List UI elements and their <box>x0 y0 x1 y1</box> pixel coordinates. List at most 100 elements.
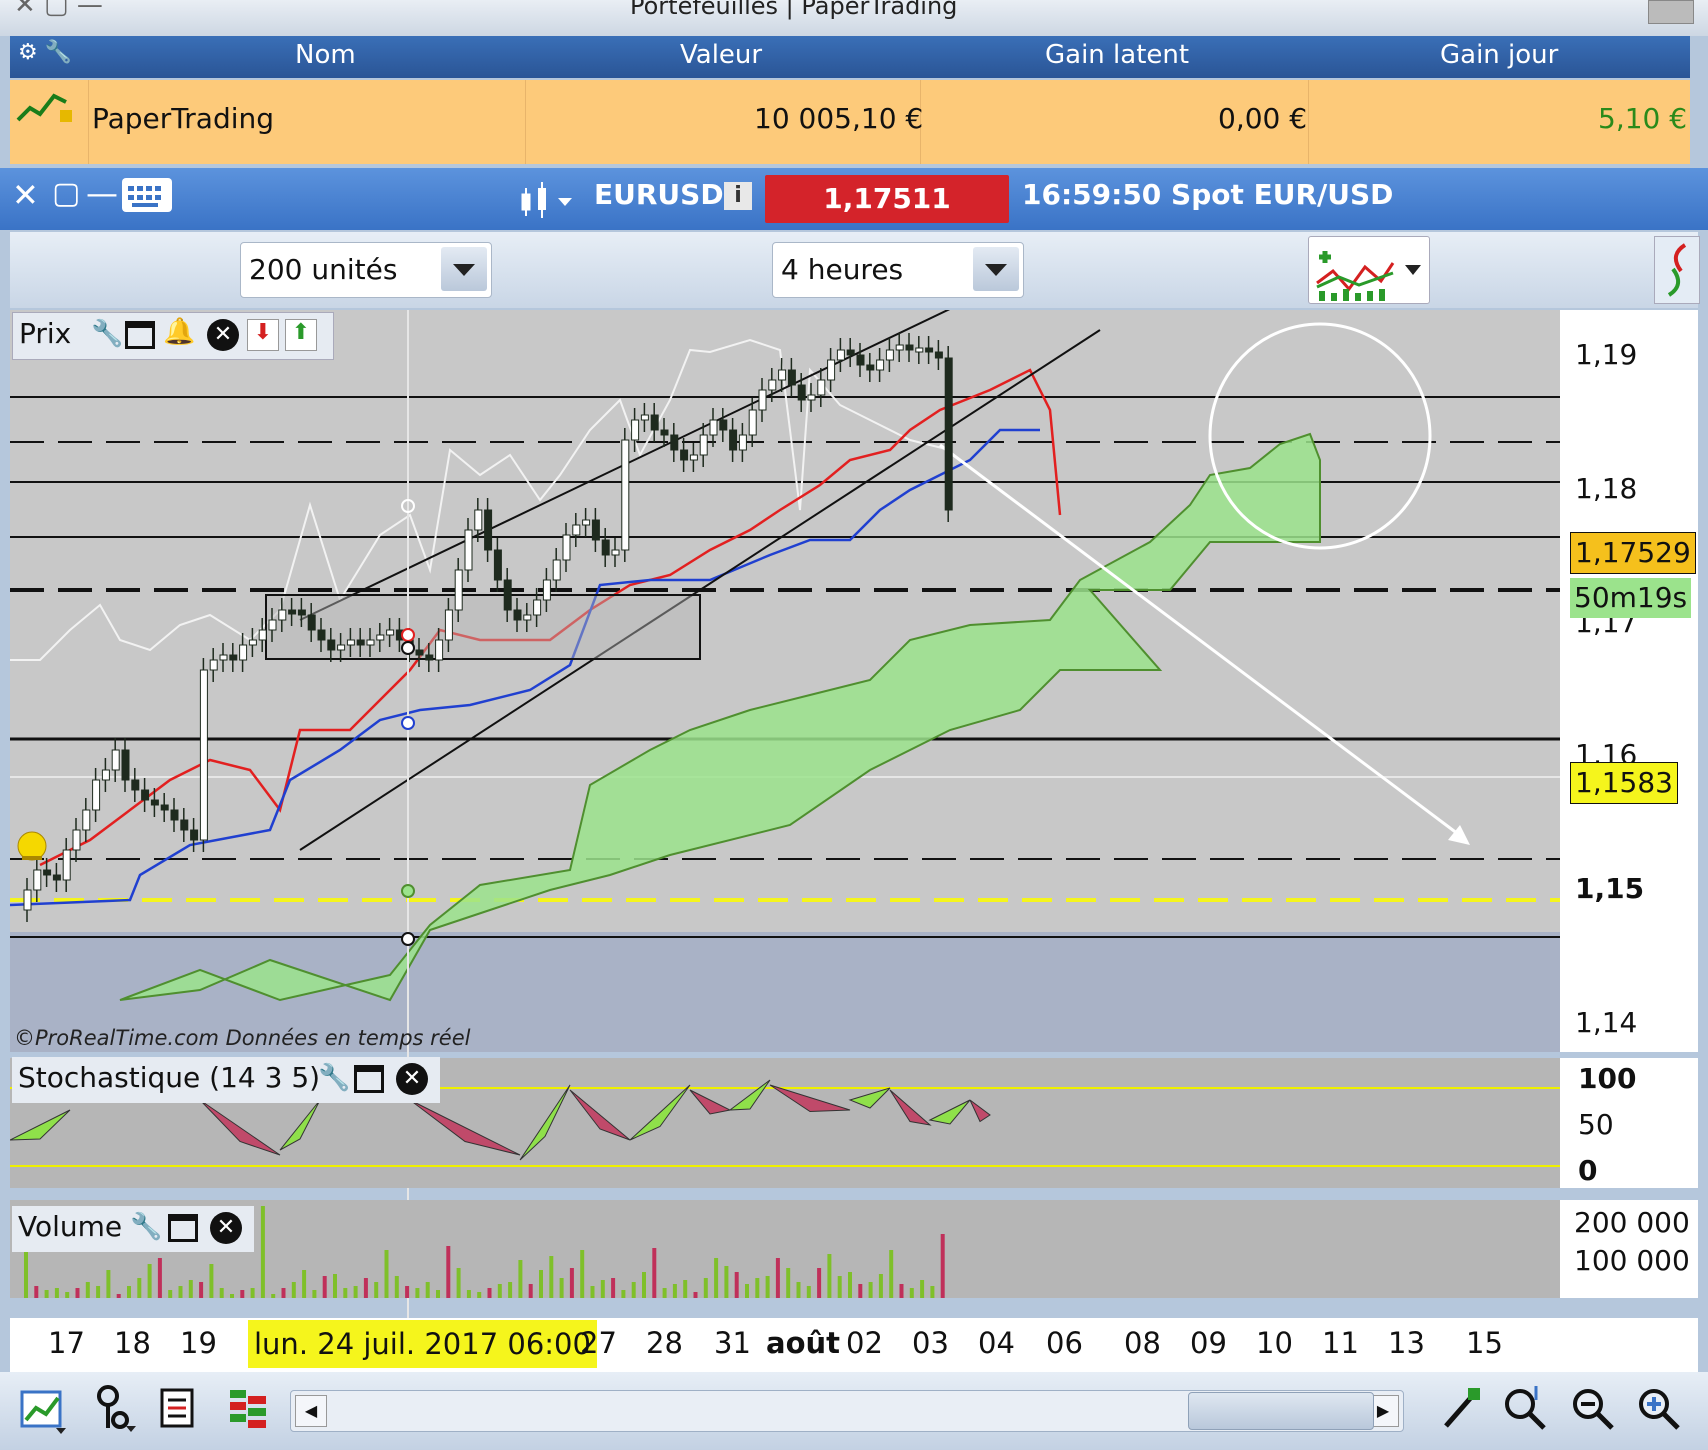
alert-bell-icon[interactable] <box>17 831 47 861</box>
period-select-value: 4 heures <box>781 253 904 286</box>
close-icon[interactable]: ✕ <box>207 319 239 351</box>
candle <box>915 347 924 353</box>
candle <box>72 829 81 851</box>
candle <box>601 539 610 556</box>
close-icon[interactable]: ✕ <box>12 176 39 214</box>
minimize-icon[interactable]: — <box>86 174 118 212</box>
volume-bar <box>44 1290 49 1298</box>
volume-bar <box>34 1286 39 1298</box>
volume-bar <box>909 1288 914 1298</box>
candle <box>503 579 512 611</box>
chart-type-icon[interactable] <box>20 1386 68 1438</box>
candle <box>209 659 218 671</box>
zoom-out-icon[interactable] <box>1568 1382 1618 1436</box>
arrow-down-icon[interactable]: ⬇ <box>247 319 279 351</box>
drawing-tool-icon[interactable] <box>94 1384 138 1438</box>
volume-bar <box>734 1272 739 1298</box>
volume-bar <box>693 1292 698 1298</box>
order-list-icon[interactable] <box>158 1386 198 1434</box>
buy-sell-arrows-icon[interactable] <box>1654 236 1700 304</box>
portfolio-settings-icon[interactable]: ⚙ 🔧 <box>18 40 72 65</box>
tools-icon[interactable] <box>1440 1384 1484 1436</box>
wrench-icon[interactable]: 🔧 <box>130 1212 162 1242</box>
price-axis[interactable] <box>1560 310 1698 1052</box>
volume-bar <box>683 1280 688 1298</box>
candle <box>876 359 885 371</box>
volume-bar <box>425 1282 430 1298</box>
candle <box>376 634 385 641</box>
volume-bar <box>899 1284 904 1298</box>
candle <box>33 869 42 891</box>
candle <box>768 379 777 391</box>
candle <box>611 549 620 556</box>
window-icon[interactable] <box>168 1214 198 1242</box>
arrow-up-icon[interactable]: ⬆ <box>285 319 317 351</box>
volume-bar <box>65 1292 70 1298</box>
scroll-left-icon[interactable]: ◀ <box>295 1395 327 1427</box>
candle <box>533 599 542 616</box>
volume-bar <box>54 1288 59 1298</box>
price-pane-label: Prix 🔧 🔔 ✕ ⬇ ⬆ <box>12 312 334 360</box>
volume-bar <box>394 1276 399 1298</box>
portfolio-tabs[interactable]: Portefeuilles | PaperTrading <box>630 0 957 20</box>
add-indicator-button[interactable] <box>1308 236 1430 304</box>
candle <box>513 609 522 621</box>
candle <box>268 619 277 631</box>
chart-area[interactable] <box>10 310 1698 1318</box>
units-select[interactable]: 200 unités <box>240 242 492 298</box>
volume-bar <box>353 1286 358 1298</box>
close-icon[interactable]: ✕ <box>396 1063 428 1095</box>
database-icon[interactable] <box>1648 0 1694 24</box>
candle <box>199 669 208 841</box>
volume-bar <box>446 1246 451 1298</box>
window-controls[interactable]: ✕ ▢ — <box>14 0 103 20</box>
candle <box>297 609 306 616</box>
wrench-icon[interactable]: 🔧 <box>318 1063 350 1093</box>
window-icon[interactable] <box>354 1065 384 1093</box>
date-label: 18 <box>114 1326 151 1360</box>
candle <box>885 349 894 361</box>
zoom-fit-icon[interactable] <box>1500 1382 1550 1436</box>
period-select[interactable]: 4 heures <box>772 242 1024 298</box>
wrench-icon[interactable]: 🔧 <box>91 319 123 349</box>
date-axis[interactable]: 17 18 19 lun. 24 juil. 2017 06:00 27 28 … <box>10 1318 1698 1372</box>
col-nom[interactable]: Nom <box>295 40 356 70</box>
candlestick-icon[interactable] <box>516 180 580 224</box>
zoom-in-icon[interactable] <box>1634 1382 1684 1436</box>
chevron-down-icon[interactable] <box>973 247 1019 291</box>
volume-bar <box>333 1274 337 1298</box>
volume-bar <box>848 1272 852 1298</box>
bell-icon[interactable]: 🔔 <box>163 317 195 347</box>
info-icon[interactable]: i <box>724 182 752 210</box>
volume-bar <box>466 1290 471 1298</box>
maximize-icon[interactable]: ▢ <box>52 176 80 211</box>
watermark: ©ProRealTime.com Données en temps réel <box>14 1026 471 1050</box>
chevron-down-icon[interactable] <box>441 247 487 291</box>
volume-bar <box>940 1234 945 1298</box>
volume-bar <box>508 1282 513 1298</box>
candle <box>836 349 845 361</box>
volume-pane-title: Volume <box>18 1210 123 1243</box>
portfolio-row[interactable]: PaperTrading 10 005,10 € 0,00 € 5,10 € <box>10 80 1690 164</box>
window-icon[interactable] <box>125 321 155 349</box>
order-book-icon[interactable] <box>226 1386 270 1434</box>
col-valeur[interactable]: Valeur <box>680 40 762 70</box>
candle <box>425 654 434 661</box>
date-cursor-label: lun. 24 juil. 2017 06:00 <box>248 1320 597 1368</box>
keyboard-icon[interactable] <box>122 178 172 212</box>
col-gain-latent[interactable]: Gain latent <box>1045 40 1189 70</box>
candle <box>317 629 326 641</box>
candle <box>150 799 159 806</box>
volume-bar <box>652 1248 657 1298</box>
col-gain-jour[interactable]: Gain jour <box>1440 40 1558 70</box>
candle <box>464 529 473 571</box>
price-pane[interactable] <box>10 310 1560 932</box>
candle <box>650 414 659 431</box>
close-icon[interactable]: ✕ <box>210 1212 242 1244</box>
instrument-symbol[interactable]: EURUSD <box>594 178 724 211</box>
candle <box>670 434 679 451</box>
price-axis-label: 1,19 <box>1575 338 1638 371</box>
volume-bar <box>230 1294 234 1298</box>
volume-bar <box>456 1268 461 1298</box>
scrollbar-thumb[interactable] <box>1188 1392 1374 1430</box>
